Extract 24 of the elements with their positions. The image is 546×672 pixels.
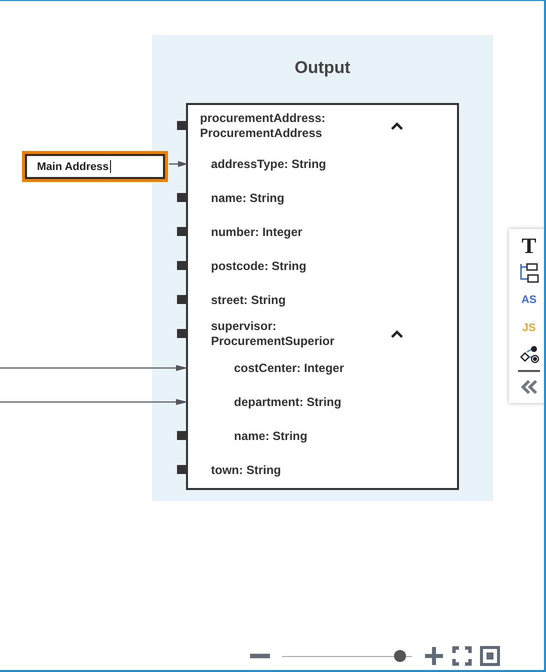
field-label: addressType: String bbox=[211, 156, 326, 172]
collapse-icon[interactable] bbox=[391, 122, 403, 130]
field-label: postcode: String bbox=[211, 258, 306, 274]
text-field[interactable]: Main Address bbox=[22, 151, 168, 182]
mapping-icon[interactable] bbox=[518, 344, 540, 366]
connector-arrow bbox=[169, 160, 188, 168]
fit-screen-icon[interactable] bbox=[480, 646, 500, 666]
panel-title: Output bbox=[294, 58, 350, 78]
fullscreen-icon[interactable] bbox=[452, 646, 472, 666]
field-label: costCenter: Integer bbox=[234, 360, 344, 376]
field-label: street: String bbox=[211, 292, 286, 308]
hierarchy-icon[interactable] bbox=[518, 262, 540, 284]
field-label: name: String bbox=[211, 190, 284, 206]
field-label: town: String bbox=[211, 462, 281, 478]
zoom-in-icon[interactable] bbox=[424, 646, 444, 666]
field-label: department: String bbox=[234, 394, 342, 410]
collapse-icon[interactable] bbox=[391, 330, 403, 338]
field-label: name: String bbox=[234, 428, 308, 444]
text-cursor bbox=[110, 160, 111, 173]
toolbar-button[interactable]: T bbox=[522, 234, 536, 258]
field-label: procurementAddress: ProcurementAddress bbox=[200, 111, 326, 141]
field-label: supervisor: ProcurementSuperior bbox=[211, 319, 336, 349]
toolbar-button[interactable]: AS bbox=[521, 288, 537, 312]
field-label: number: Integer bbox=[211, 224, 302, 240]
